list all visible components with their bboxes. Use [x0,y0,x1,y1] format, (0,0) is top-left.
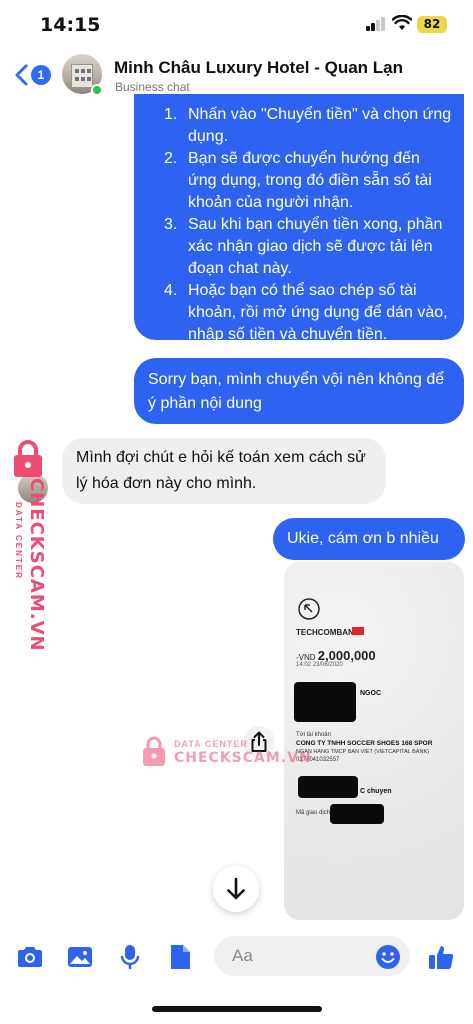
home-indicator [152,1006,322,1012]
receipt-to-name: CONG TY TNHH SOCCER SHOES 168 SPOR [296,740,433,747]
wifi-icon [392,15,412,30]
expand-icon [298,598,320,620]
chat-subtitle: Business chat [115,80,190,94]
list-item: 2. Bạn sẽ được chuyển hướng đến ứng dụng,… [164,150,432,211]
redacted-block [294,682,356,722]
receipt-bank-name: TECHCOMBANK [296,628,360,637]
message-input-placeholder: Aa [232,946,253,965]
receipt-memo: C chuyen [360,788,392,795]
scroll-to-bottom-button[interactable] [213,866,259,912]
receipt-image[interactable]: TECHCOMBANK -VND 2,000,000 14:02 23/06/2… [284,562,464,920]
lock-icon [14,440,42,477]
unread-count-badge: 1 [31,65,51,85]
bank-logo-icon [352,627,364,635]
list-item: 3. Sau khi bạn chuyển tiền xong, phần xác… [164,216,443,277]
receipt-to-label: Tới tài khoản [296,732,331,738]
camera-icon[interactable] [15,942,45,972]
watermark-center: DATA CENTER CHECKSCAM.VN [140,733,311,773]
battery-indicator: 82 [417,16,447,33]
receipt-to-bank: NGAN HANG TMCP BAN VIET (VIETCAPITAL BAN… [296,749,429,755]
redacted-block [330,804,384,824]
receipt-name-suffix: NGOC [360,690,381,697]
status-bar: 14:15 82 [0,0,473,52]
lock-icon [143,736,165,766]
emoji-icon[interactable] [373,942,403,972]
message-thanks[interactable]: Ukie, cám ơn b nhiều [273,518,465,560]
receipt-datetime: 14:02 23/06/2020 [296,662,343,668]
signal-icon [366,17,386,31]
message-instructions[interactable]: 1. Nhấn vào "Chuyển tiền" và chọn ứng dụn… [134,94,464,343]
arrow-down-icon [227,877,245,900]
watermark-center-subtext: DATA CENTER [174,739,248,749]
message-sorry[interactable]: Sorry bạn, mình chuyển vội nên không để … [134,358,464,424]
watermark-side: CHECKSCAM.VN DATA CENTER [0,440,54,660]
receipt-amount: -VND 2,000,000 [296,648,376,663]
back-icon [15,64,28,86]
chat-title[interactable]: Minh Châu Luxury Hotel - Quan Lạn [114,58,403,78]
photo-icon[interactable] [65,942,95,972]
microphone-icon[interactable] [115,942,145,972]
status-time: 14:15 [40,14,101,36]
list-item: 4. Hoặc bạn có thể sao chép số tài khoản,… [164,282,448,343]
back-button[interactable]: 1 [12,60,52,90]
watermark-center-text: CHECKSCAM.VN [174,750,312,766]
online-status-dot [91,84,103,96]
file-icon[interactable] [165,942,195,972]
instruction-list: 1. Nhấn vào "Chuyển tiền" và chọn ứng dụn… [164,104,452,346]
redacted-block [298,776,358,798]
thumbs-up-icon[interactable] [426,942,456,972]
list-item: 1. Nhấn vào "Chuyển tiền" và chọn ứng dụn… [164,106,452,145]
message-reply[interactable]: Mình đợi chút e hỏi kế toán xem cách sử … [62,438,386,504]
watermark-side-text: CHECKSCAM.VN [26,478,47,652]
message-composer: Aa [0,930,473,984]
watermark-side-subtext: DATA CENTER [14,502,23,580]
